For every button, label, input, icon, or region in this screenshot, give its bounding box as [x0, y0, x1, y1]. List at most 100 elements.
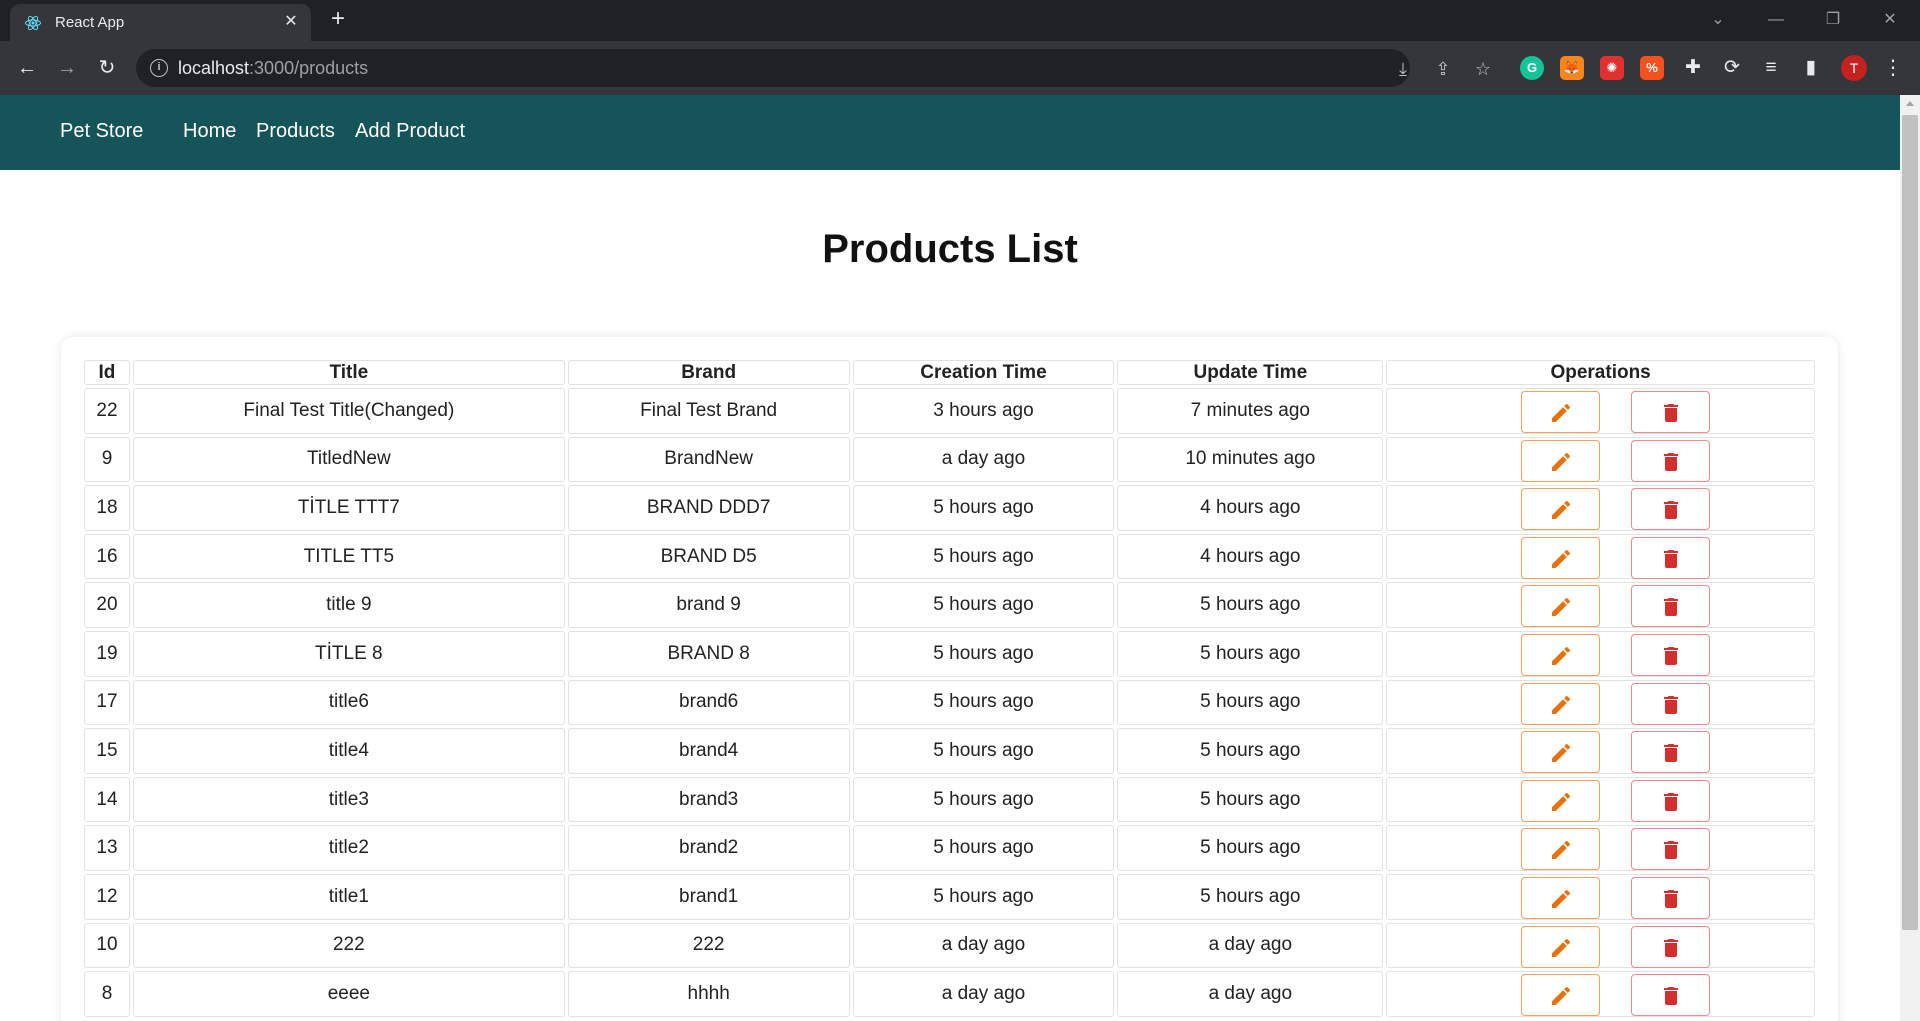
products-table: Id Title Brand Creation Time Update Time… [81, 357, 1818, 1020]
cell-brand: BrandNew [567, 436, 850, 483]
table-header-row: Id Title Brand Creation Time Update Time… [84, 360, 1815, 385]
cell-operations [1386, 388, 1815, 434]
edit-button[interactable] [1521, 439, 1601, 482]
delete-button[interactable] [1631, 828, 1711, 871]
page-viewport: Pet Store Home Products Add Product Prod… [0, 95, 1900, 1021]
browser-tab[interactable]: React App ✕ [10, 4, 311, 41]
page-title: Products List [822, 227, 1078, 271]
edit-button[interactable] [1521, 974, 1601, 1017]
nav-link-add-product[interactable]: Add Product [355, 120, 465, 143]
side-panel-icon[interactable]: ▮ [1798, 55, 1824, 81]
url-text[interactable]: localhost:3000/products [178, 58, 368, 79]
table-row: 14 title3 brand3 5 hours ago 5 hours ago [84, 776, 1815, 823]
metamask-extension-icon[interactable]: 🦊 [1560, 56, 1584, 80]
table-row: 12 title1 brand1 5 hours ago 5 hours ago [84, 873, 1815, 920]
column-header-brand[interactable]: Brand [567, 360, 850, 385]
delete-button[interactable] [1631, 682, 1711, 725]
cell-operations [1386, 582, 1815, 628]
cell-update-time: a day ago [1117, 971, 1384, 1017]
delete-button[interactable] [1631, 439, 1711, 482]
grammarly-extension-icon[interactable]: G [1520, 56, 1544, 80]
cell-operations [1386, 825, 1815, 871]
delete-button[interactable] [1631, 391, 1711, 433]
cell-creation-time: a day ago [852, 436, 1115, 483]
share-icon[interactable]: ⇪ [1432, 58, 1454, 80]
edit-button[interactable] [1521, 779, 1601, 822]
delete-button[interactable] [1631, 925, 1711, 968]
delete-button[interactable] [1631, 731, 1711, 774]
close-window-icon[interactable]: ✕ [1870, 6, 1910, 34]
cell-update-time: a day ago [1117, 922, 1384, 969]
edit-button[interactable] [1521, 633, 1601, 676]
delete-button[interactable] [1631, 633, 1711, 676]
scroll-up-arrow-icon[interactable] [1906, 101, 1914, 106]
reading-list-icon[interactable]: ≡ [1758, 55, 1784, 81]
column-header-creation-time[interactable]: Creation Time [852, 360, 1115, 385]
nav-link-home[interactable]: Home [183, 120, 236, 143]
edit-button[interactable] [1521, 876, 1601, 919]
minimize-icon[interactable]: — [1756, 6, 1796, 34]
cell-title: TITLE TT5 [132, 533, 565, 580]
cell-id: 18 [84, 485, 130, 531]
extensions-puzzle-icon[interactable]: ✚ [1680, 55, 1706, 81]
delete-button[interactable] [1631, 536, 1711, 579]
sync-extension-icon[interactable]: ⟳ [1719, 55, 1745, 81]
column-header-title[interactable]: Title [132, 360, 565, 385]
reload-icon[interactable]: ↻ [93, 54, 121, 82]
page-scrollbar[interactable] [1900, 95, 1920, 1021]
delete-button[interactable] [1631, 779, 1711, 822]
cell-operations [1386, 436, 1815, 483]
delete-button[interactable] [1631, 488, 1711, 531]
profile-avatar[interactable]: T [1841, 55, 1867, 81]
edit-button[interactable] [1521, 682, 1601, 725]
bookmark-star-icon[interactable]: ☆ [1472, 58, 1494, 80]
delete-button[interactable] [1631, 585, 1711, 628]
cell-title: title2 [132, 825, 565, 871]
edit-button[interactable] [1521, 828, 1601, 871]
cell-brand: hhhh [567, 971, 850, 1017]
browser-tabstrip: React App ✕ + ⌄ — ❐ ✕ [0, 0, 1920, 41]
bug-extension-icon[interactable]: ✺ [1600, 56, 1624, 80]
site-info-icon[interactable]: i [150, 59, 168, 77]
browser-menu-icon[interactable]: ⋮ [1880, 55, 1906, 81]
cell-title: title3 [132, 776, 565, 823]
cell-brand: Final Test Brand [567, 388, 850, 434]
edit-button[interactable] [1521, 585, 1601, 628]
table-row: 15 title4 brand4 5 hours ago 5 hours ago [84, 728, 1815, 774]
cell-title: TitledNew [132, 436, 565, 483]
edit-button[interactable] [1521, 536, 1601, 579]
forward-icon[interactable]: → [53, 54, 81, 82]
delete-button[interactable] [1631, 876, 1711, 919]
cell-brand: brand3 [567, 776, 850, 823]
products-table-body: 22 Final Test Title(Changed) Final Test Br… [84, 388, 1815, 1017]
percent-extension-icon[interactable]: % [1640, 56, 1664, 80]
address-bar[interactable]: i localhost:3000/products ⤓ ⇪ ☆ [136, 49, 1491, 87]
cell-creation-time: 5 hours ago [852, 728, 1115, 774]
cell-creation-time: 5 hours ago [852, 873, 1115, 920]
table-row: 20 title 9 brand 95 hours ago 5 hours ago [84, 582, 1815, 628]
react-logo-icon [25, 15, 41, 31]
edit-button[interactable] [1521, 925, 1601, 968]
column-header-update-time[interactable]: Update Time [1117, 360, 1384, 385]
edit-button[interactable] [1521, 731, 1601, 774]
cell-brand: 222 [567, 922, 850, 969]
cell-creation-time: 5 hours ago [852, 582, 1115, 628]
tab-close-icon[interactable]: ✕ [280, 11, 302, 33]
navbar-brand[interactable]: Pet Store [60, 120, 143, 143]
cell-creation-time: a day ago [852, 922, 1115, 969]
cell-creation-time: a day ago [852, 971, 1115, 1017]
restore-icon[interactable]: ❐ [1813, 6, 1853, 34]
scrollbar-thumb[interactable] [1902, 115, 1918, 930]
cell-creation-time: 5 hours ago [852, 776, 1115, 823]
install-app-icon[interactable]: ⤓ [1392, 58, 1414, 80]
new-tab-icon[interactable]: + [325, 7, 351, 33]
nav-link-products[interactable]: Products [256, 120, 335, 143]
back-icon[interactable]: ← [13, 54, 41, 82]
tab-search-icon[interactable]: ⌄ [1698, 6, 1738, 34]
column-header-id[interactable]: Id [84, 360, 130, 385]
delete-button[interactable] [1631, 974, 1711, 1017]
edit-button[interactable] [1521, 488, 1601, 531]
cell-creation-time: 5 hours ago [852, 485, 1115, 531]
edit-button[interactable] [1521, 391, 1601, 433]
cell-operations [1386, 922, 1815, 969]
